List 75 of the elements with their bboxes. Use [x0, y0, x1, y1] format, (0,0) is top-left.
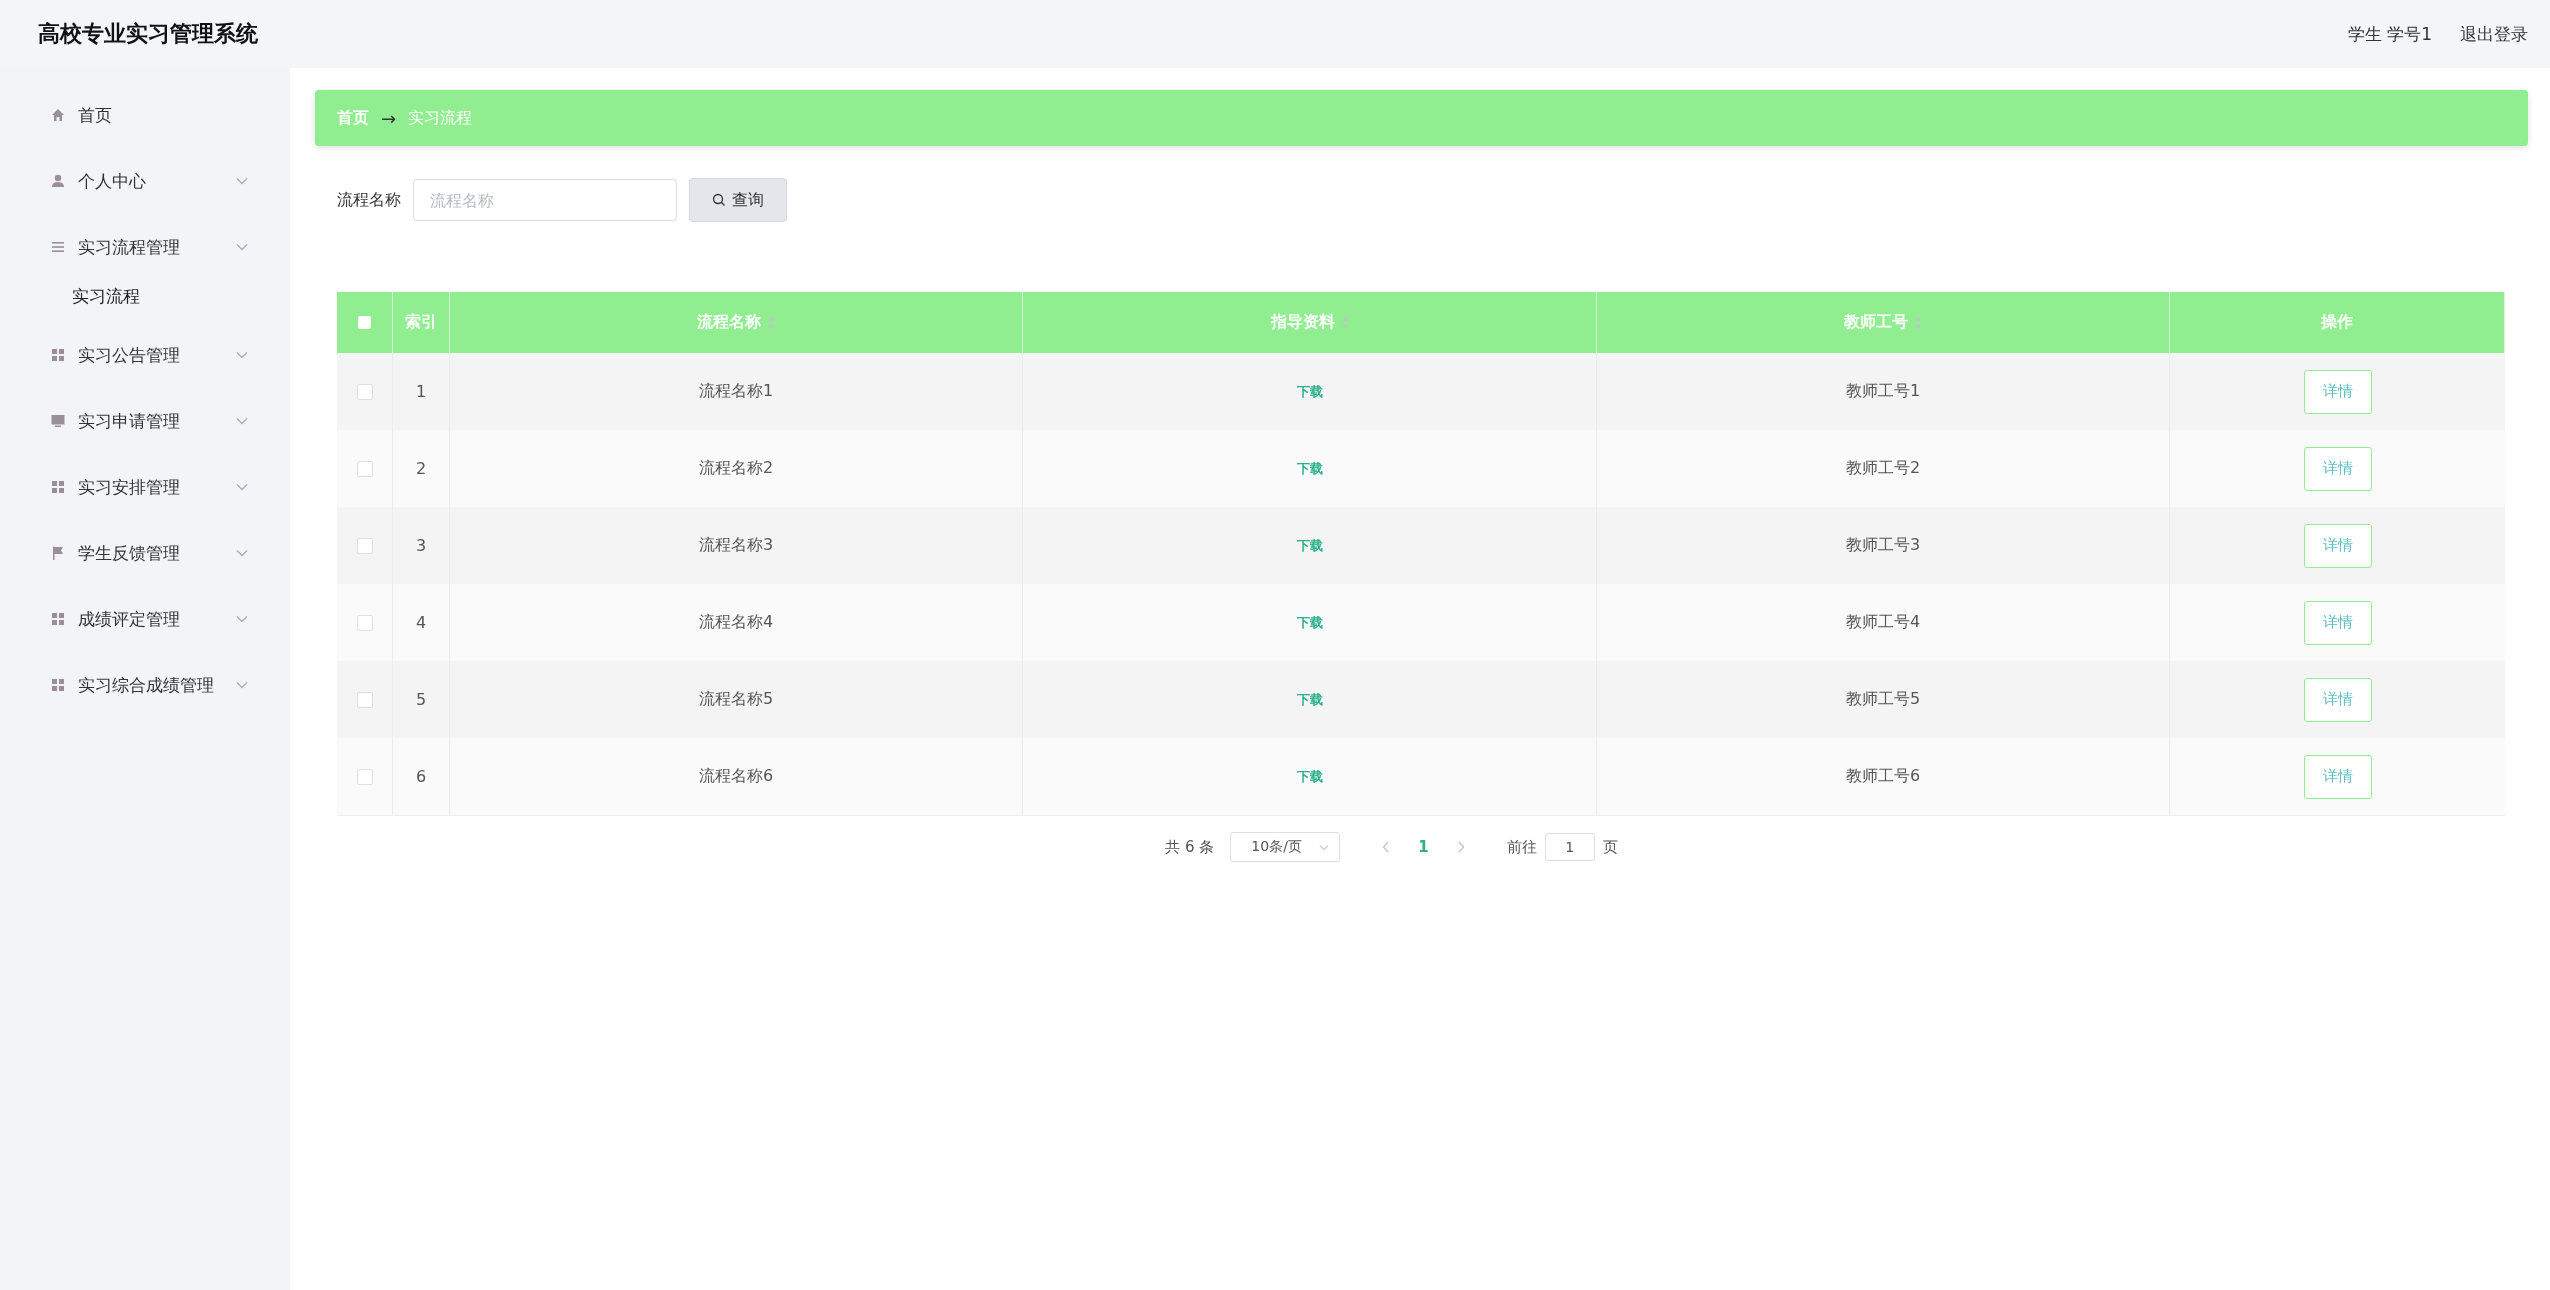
- grid-icon: [50, 347, 66, 363]
- user-name: 学生 学号1: [2347, 22, 2432, 46]
- search-field[interactable]: 流程名称: [413, 179, 677, 221]
- row-checkbox[interactable]: [356, 537, 373, 554]
- table-cell: 教师工号1: [1845, 381, 1921, 402]
- column-header: 流程名称: [697, 312, 761, 333]
- table-cell: 教师工号5: [1845, 689, 1921, 710]
- flag-icon: [50, 545, 66, 561]
- menu-item[interactable]: 个人中心: [0, 148, 290, 214]
- row-checkbox[interactable]: [356, 768, 373, 785]
- column-header: 索引: [405, 312, 437, 333]
- menu-item[interactable]: 首页: [0, 82, 290, 148]
- grid-icon: [50, 611, 66, 627]
- search-label: 流程名称: [337, 189, 401, 211]
- user-icon: [50, 173, 66, 189]
- chevron-down-icon: [236, 681, 248, 689]
- menu-item[interactable]: 实习综合成绩管理: [0, 652, 290, 718]
- grid-icon: [50, 479, 66, 495]
- table-cell: 流程名称3: [698, 535, 774, 556]
- row-checkbox[interactable]: [356, 614, 373, 631]
- table-cell: 流程名称1: [698, 381, 774, 402]
- total-count: 共 6 条: [1165, 837, 1215, 857]
- chevron-down-icon: [236, 549, 248, 557]
- chevron-down-icon: [236, 351, 248, 359]
- row-checkbox[interactable]: [356, 460, 373, 477]
- next-page-icon[interactable]: [1456, 841, 1465, 853]
- breadcrumb-separator: →: [381, 107, 397, 129]
- page-suffix: 页: [1602, 837, 1618, 857]
- page-input[interactable]: 1: [1544, 833, 1595, 861]
- page-size-select[interactable]: 10条/页: [1230, 832, 1341, 862]
- sort-icon[interactable]: [1340, 315, 1349, 330]
- logout-link[interactable]: 退出登录: [2460, 22, 2528, 46]
- menu-item[interactable]: 实习公告管理: [0, 322, 290, 388]
- monitor-icon: [50, 413, 66, 429]
- table-cell: 教师工号3: [1845, 535, 1921, 556]
- row-checkbox[interactable]: [356, 691, 373, 708]
- table-cell: 流程名称4: [698, 612, 774, 633]
- table-cell: 3: [415, 536, 427, 555]
- table-cell: 5: [415, 690, 427, 709]
- previous-page-icon[interactable]: [1382, 841, 1391, 853]
- table-cell: 4: [415, 613, 427, 632]
- table-cell: 流程名称5: [698, 689, 774, 710]
- table-cell: 6: [415, 767, 427, 786]
- menu-item[interactable]: 学生反馈管理: [0, 520, 290, 586]
- table-cell: 流程名称6: [698, 766, 774, 787]
- table-cell: 教师工号6: [1845, 766, 1921, 787]
- menu-item[interactable]: 实习申请管理: [0, 388, 290, 454]
- chevron-down-icon: [236, 177, 248, 185]
- search-icon: [712, 193, 726, 207]
- breadcrumb-current: 实习流程: [408, 107, 473, 129]
- table-cell: 2: [415, 459, 427, 478]
- chevron-down-icon: [236, 483, 248, 491]
- table-cell: 1: [415, 382, 427, 401]
- menu-icon: [50, 239, 66, 255]
- select-all-checkbox[interactable]: [358, 316, 371, 329]
- column-header: 操作: [2321, 312, 2353, 333]
- sort-icon[interactable]: [1914, 315, 1922, 330]
- home-icon: [50, 107, 66, 123]
- column-header: 指导资料: [1270, 312, 1335, 333]
- sort-icon[interactable]: [767, 315, 775, 330]
- grid-icon: [50, 677, 66, 693]
- chevron-down-icon: [236, 615, 248, 623]
- row-checkbox[interactable]: [356, 383, 373, 400]
- app-title: 高校专业实习管理系统: [38, 20, 258, 48]
- chevron-down-icon: [1319, 843, 1330, 851]
- chevron-down-icon: [236, 243, 248, 251]
- table-cell: 教师工号4: [1845, 612, 1921, 633]
- menu-item[interactable]: 实习安排管理: [0, 454, 290, 520]
- goto-label: 前往: [1506, 837, 1537, 857]
- table-cell: 教师工号2: [1845, 458, 1921, 479]
- table-cell: 流程名称2: [698, 458, 774, 479]
- column-header: 教师工号: [1844, 312, 1908, 333]
- chevron-down-icon: [236, 417, 248, 425]
- menu-item[interactable]: 成绩评定管理: [0, 586, 290, 652]
- search-button[interactable]: 查询: [689, 178, 787, 222]
